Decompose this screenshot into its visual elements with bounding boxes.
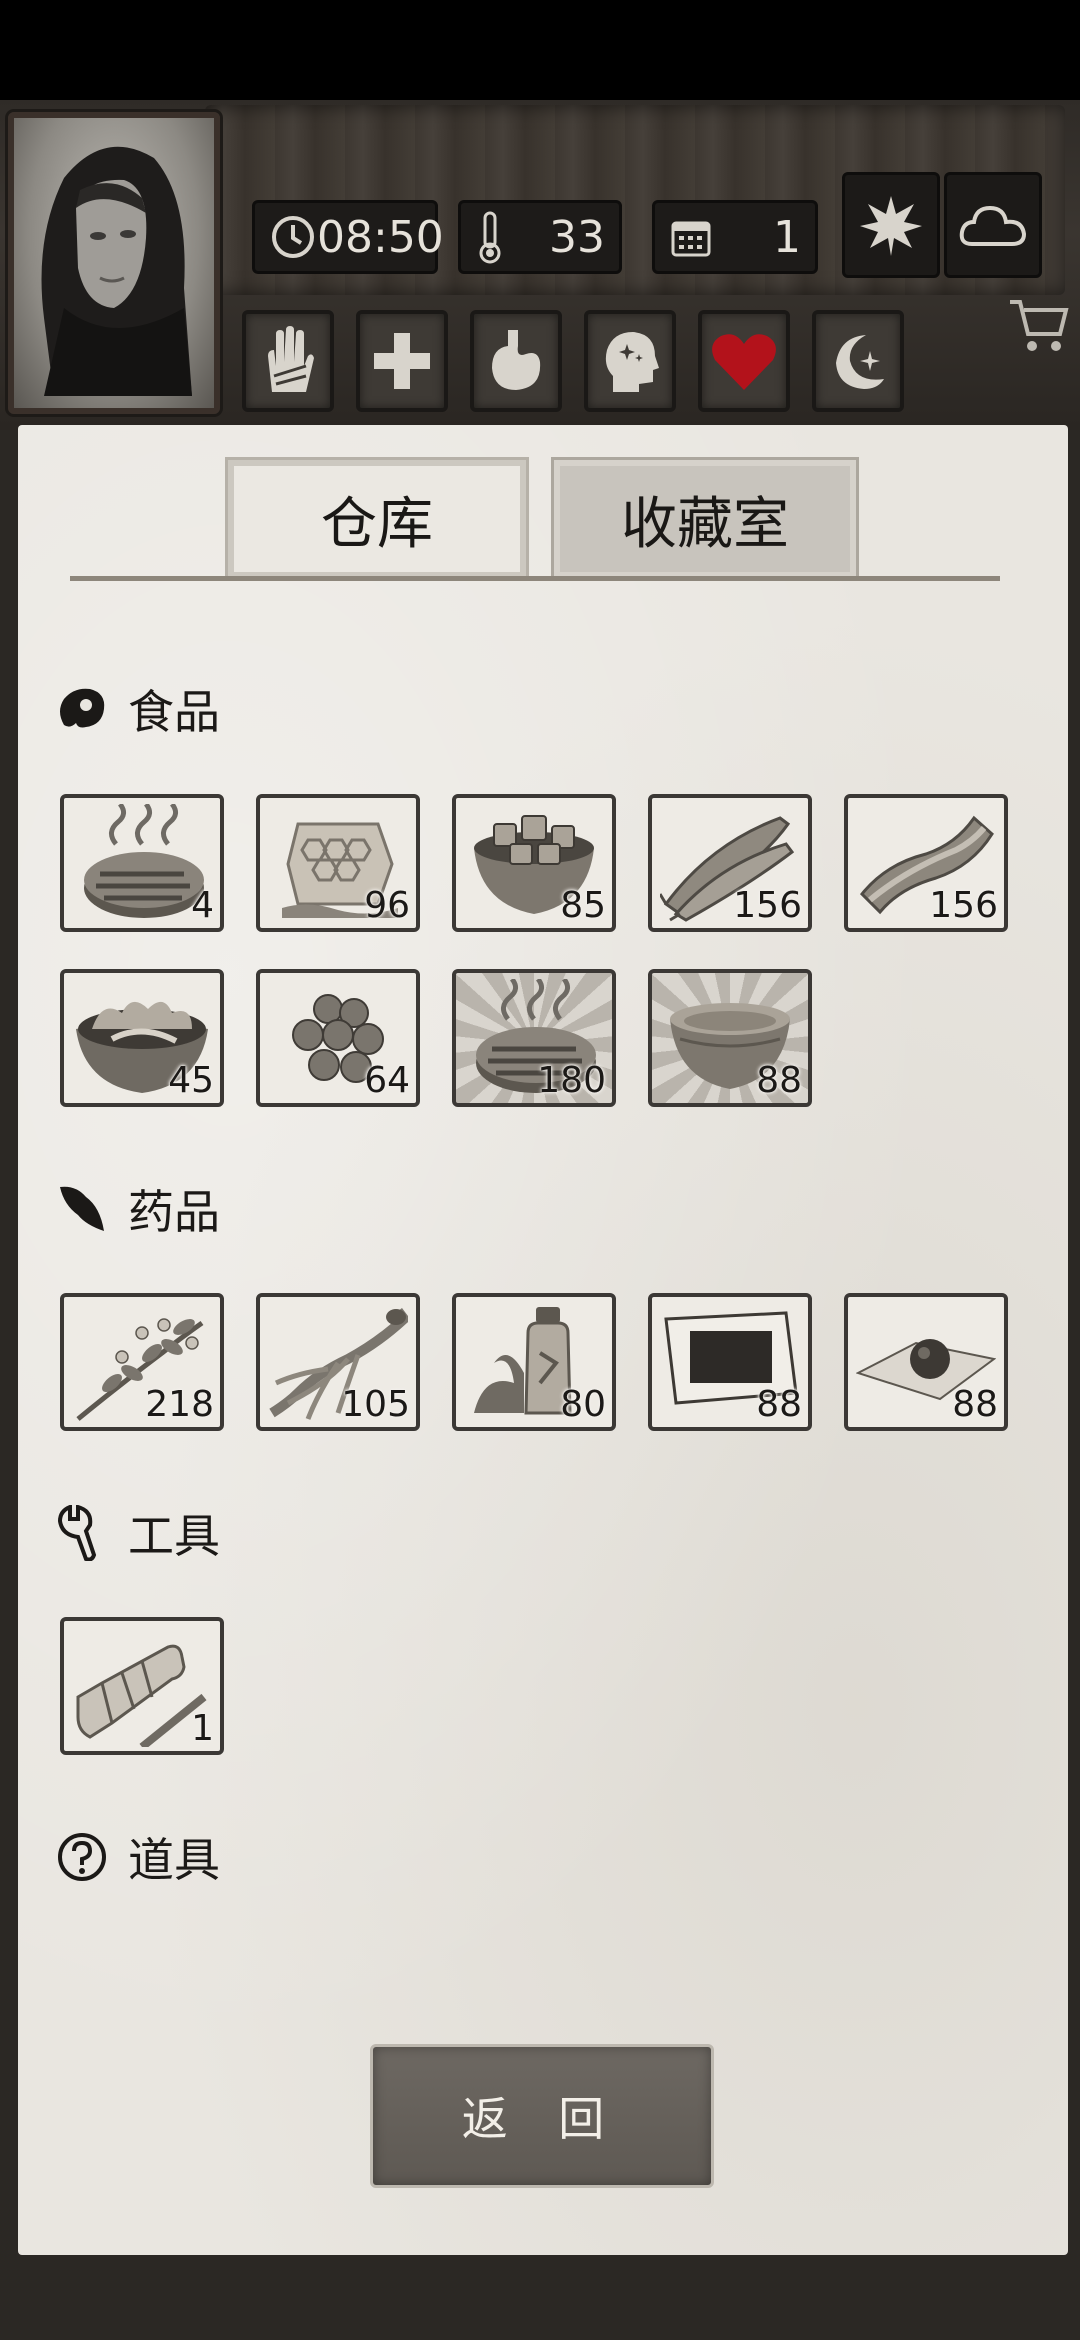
tab-collection[interactable]: 收藏室: [554, 460, 856, 578]
tab-divider: [70, 576, 1000, 581]
item-count: 88: [756, 1060, 802, 1101]
category-medicine-label: 药品: [128, 1185, 220, 1239]
condition-health[interactable]: [356, 310, 448, 412]
day-display: 1: [652, 200, 818, 274]
item-slot[interactable]: 1: [60, 1617, 224, 1755]
item-slot[interactable]: 96: [256, 794, 420, 932]
stomach-icon: [492, 330, 541, 390]
hand-icon: [268, 326, 314, 392]
leaf-icon: [860, 196, 922, 256]
season-button[interactable]: [842, 172, 940, 278]
sleep-moon-icon: [836, 335, 884, 389]
item-count: 156: [733, 885, 802, 926]
cloud-icon: [959, 205, 1027, 246]
category-props: 道具: [56, 1824, 220, 1890]
item-slot[interactable]: 156: [844, 794, 1008, 932]
clock-display: 08:50: [252, 200, 444, 274]
category-props-label: 道具: [128, 1833, 220, 1887]
herb-leaf-icon: [56, 1183, 108, 1235]
clock-icon: [272, 216, 314, 258]
item-slot[interactable]: 156: [648, 794, 812, 932]
temperature-value: 33: [549, 211, 605, 263]
temperature-display: 33: [458, 200, 622, 274]
item-count: 156: [929, 885, 998, 926]
hooded-woman-avatar: [41, 146, 192, 396]
item-count: 80: [560, 1384, 606, 1425]
shopping-cart-icon: [1010, 300, 1069, 351]
category-medicine: 药品: [56, 1176, 220, 1242]
tab-storage-label: 仓库: [321, 491, 433, 557]
tab-collection-label: 收藏室: [621, 491, 789, 557]
condition-mind[interactable]: [584, 310, 676, 412]
condition-sleep[interactable]: [812, 310, 904, 412]
item-slot[interactable]: 45: [60, 969, 224, 1107]
weather-button[interactable]: [944, 172, 1042, 278]
category-food: 食品: [56, 676, 220, 742]
shop-cart-button[interactable]: [1008, 298, 1070, 358]
item-count: 88: [952, 1384, 998, 1425]
item-count: 64: [364, 1060, 410, 1101]
item-slot[interactable]: 105: [256, 1293, 420, 1431]
character-portrait[interactable]: [8, 112, 220, 414]
mind-icon: [605, 332, 659, 392]
wrench-icon: [56, 1505, 108, 1561]
item-slot[interactable]: 80: [452, 1293, 616, 1431]
item-count: 105: [341, 1384, 410, 1425]
item-count: 96: [364, 885, 410, 926]
item-slot[interactable]: 88: [648, 969, 812, 1107]
day-value: 1: [773, 211, 801, 263]
item-count: 180: [537, 1060, 606, 1101]
item-slot[interactable]: 218: [60, 1293, 224, 1431]
status-bar: [0, 0, 1080, 100]
item-count: 4: [191, 885, 214, 926]
item-slot[interactable]: 64: [256, 969, 420, 1107]
item-count: 1: [191, 1708, 214, 1749]
item-count: 45: [168, 1060, 214, 1101]
condition-hand[interactable]: [242, 310, 334, 412]
question-mark-icon: [56, 1831, 108, 1883]
condition-stomach[interactable]: [470, 310, 562, 412]
item-count: 218: [145, 1384, 214, 1425]
thermometer-icon: [479, 211, 501, 264]
condition-heart[interactable]: [698, 310, 790, 412]
item-slot[interactable]: 88: [648, 1293, 812, 1431]
item-count: 85: [560, 885, 606, 926]
calendar-icon: [671, 221, 711, 257]
back-button[interactable]: 返 回: [370, 2044, 714, 2188]
back-button-label: 返 回: [461, 2092, 623, 2146]
health-cross-icon: [374, 333, 430, 389]
item-count: 88: [756, 1384, 802, 1425]
item-slot[interactable]: 88: [844, 1293, 1008, 1431]
item-slot[interactable]: 180: [452, 969, 616, 1107]
tab-storage[interactable]: 仓库: [228, 460, 526, 578]
time-value: 08:50: [317, 211, 444, 263]
heart-icon: [712, 334, 776, 390]
item-slot[interactable]: 85: [452, 794, 616, 932]
item-slot[interactable]: 4: [60, 794, 224, 932]
category-tools: 工具: [56, 1500, 220, 1566]
category-food-label: 食品: [128, 685, 220, 739]
category-tools-label: 工具: [128, 1509, 220, 1563]
steak-icon: [56, 683, 108, 735]
